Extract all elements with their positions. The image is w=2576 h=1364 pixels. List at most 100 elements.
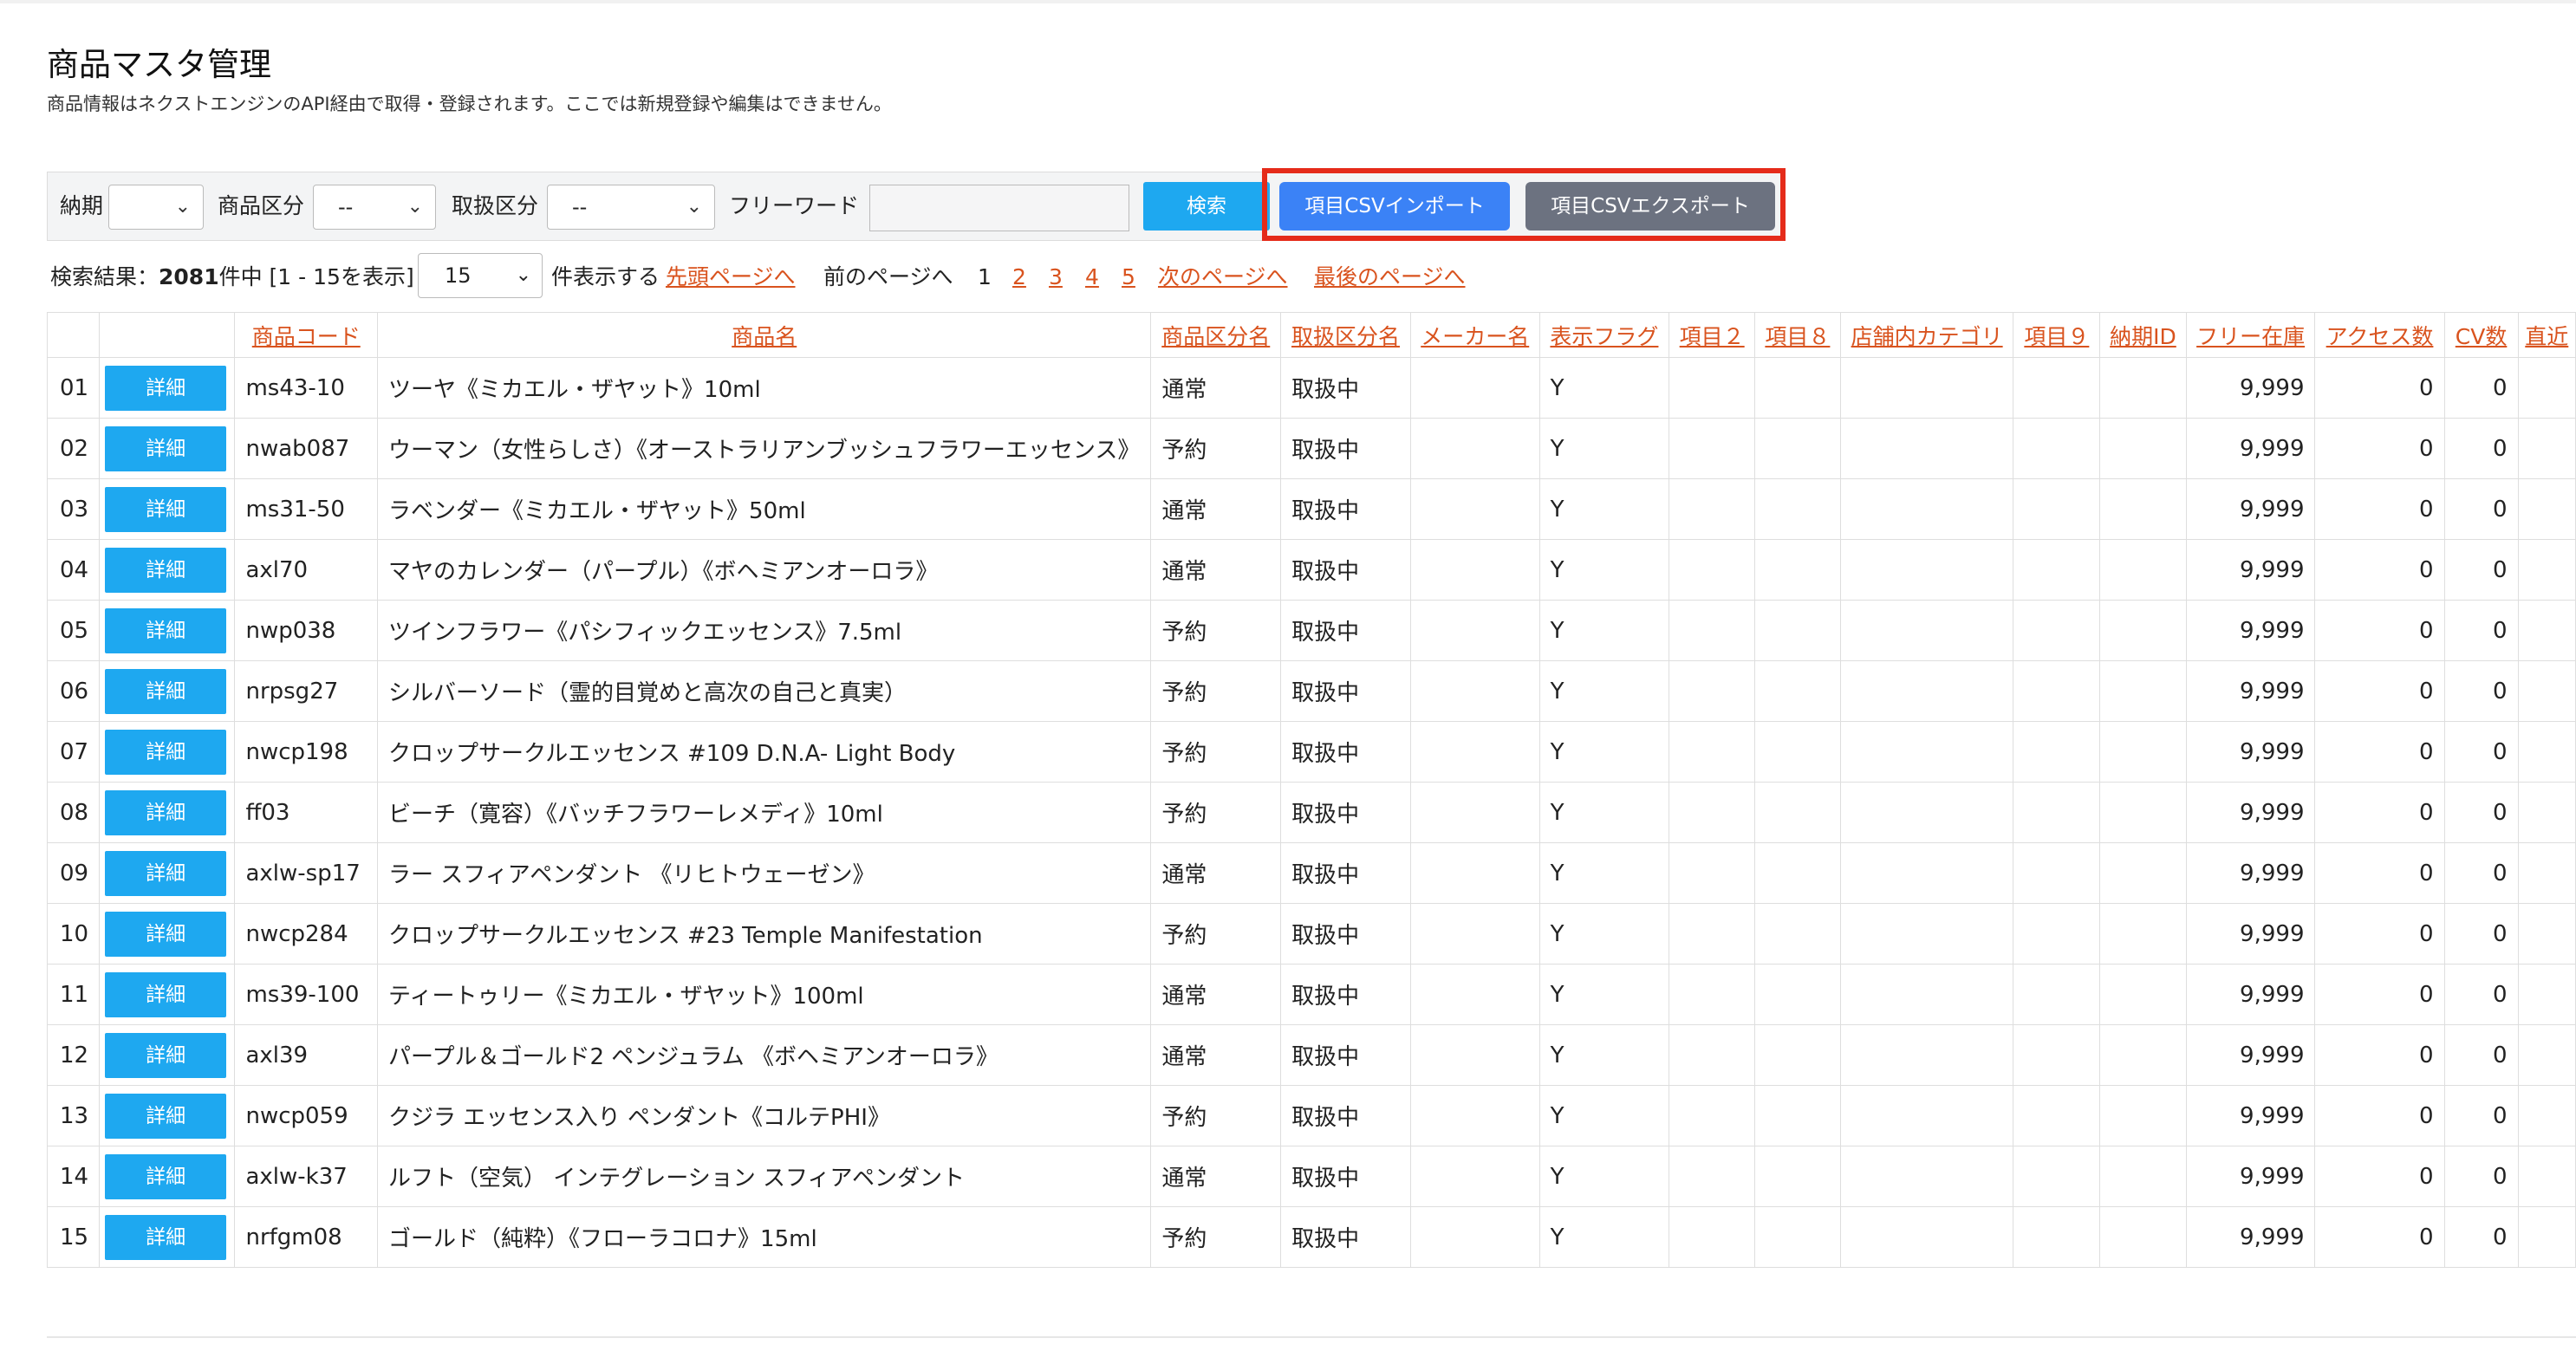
- table-row: 08 詳細 ff03 ビーチ（寛容）《バッチフラワーレメディ》10ml 予約 取扱中 Y 9,…: [46, 782, 2576, 843]
- table-row: 01 詳細 ms43-10 ツーヤ《ミカエル・ザヤット》10ml 通常 取扱中 Y 9,999…: [46, 357, 2576, 419]
- item8-cell: [1754, 782, 1841, 843]
- toriatsukai-name: 取扱中: [1280, 1206, 1411, 1268]
- product-code: nwab087: [234, 418, 379, 479]
- search-button[interactable]: 検索: [1143, 182, 1270, 231]
- kubun-name: 予約: [1150, 1206, 1282, 1268]
- table-row: 03 詳細 ms31-50 ラベンダー《ミカエル・ザヤット》50ml 通常 取扱中 Y 9,9…: [46, 478, 2576, 540]
- row-number: 07: [46, 721, 101, 783]
- product-code: ff03: [234, 782, 379, 843]
- col-header-kubun[interactable]: 商品区分名: [1150, 312, 1282, 358]
- detail-button[interactable]: 詳細: [105, 1153, 227, 1199]
- free-stock: 9,999: [2185, 782, 2316, 843]
- cv-count: 0: [2443, 357, 2519, 419]
- table-row: 15 詳細 nrfgm08 ゴールド（純粋）《フローラコロナ》15ml 予約 取扱中 Y 9,…: [46, 1206, 2576, 1268]
- maker-name: [1409, 478, 1540, 540]
- detail-button[interactable]: 詳細: [105, 425, 227, 471]
- col-header-cv[interactable]: CV数: [2443, 312, 2519, 358]
- item9-cell: [2013, 539, 2101, 601]
- per-page-select[interactable]: 15 ⌄: [418, 253, 543, 298]
- row-number: 03: [46, 478, 101, 540]
- page-3-link[interactable]: 3: [1049, 251, 1063, 303]
- maker-name: [1409, 964, 1540, 1025]
- col-header-access[interactable]: アクセス数: [2314, 312, 2445, 358]
- col-header-item2[interactable]: 項目２: [1669, 312, 1756, 358]
- nouki-id-cell: [2099, 357, 2187, 419]
- cv-count: 0: [2443, 1085, 2519, 1146]
- chevron-down-icon: ⌄: [686, 196, 702, 218]
- table-row: 07 詳細 nwcp198 クロップサークルエッセンス #109 D.N.A- Lig…: [46, 721, 2576, 783]
- cv-count: 0: [2443, 600, 2519, 661]
- next-page-link[interactable]: 次のページへ: [1158, 251, 1288, 303]
- first-page-link[interactable]: 先頭ページへ: [666, 251, 796, 303]
- page-4-link[interactable]: 4: [1085, 251, 1099, 303]
- product-code: axl70: [234, 539, 379, 601]
- toriatsukai-name: 取扱中: [1280, 964, 1411, 1025]
- csv-export-button[interactable]: 項目CSVエクスポート: [1525, 182, 1775, 231]
- col-header-flag[interactable]: 表示フラグ: [1538, 312, 1670, 358]
- detail-cell: 詳細: [99, 964, 236, 1025]
- detail-button[interactable]: 詳細: [105, 1032, 227, 1078]
- col-header-maker[interactable]: メーカー名: [1409, 312, 1540, 358]
- detail-cell: 詳細: [99, 721, 236, 783]
- product-name: ルフト（空気） インテグレーション スフィアペンダント: [377, 1146, 1152, 1207]
- detail-button[interactable]: 詳細: [105, 668, 227, 714]
- detail-button[interactable]: 詳細: [105, 850, 227, 896]
- table-row: 12 詳細 axl39 パープル＆ゴールド2 ペンジュラム 《ボヘミアンオーロラ》 通常…: [46, 1024, 2576, 1086]
- table-row: 04 詳細 axl70 マヤのカレンダー（パープル）《ボヘミアンオーロラ》 通常 取扱中 Y…: [46, 539, 2576, 601]
- free-stock: 9,999: [2185, 1024, 2316, 1086]
- product-name: クロップサークルエッセンス #23 Temple Manifestation: [377, 903, 1152, 965]
- col-header-store-category[interactable]: 店舗内カテゴリ: [1839, 312, 2014, 358]
- table-row: 10 詳細 nwcp284 クロップサークルエッセンス #23 Temple Mani…: [46, 903, 2576, 965]
- item2-cell: [1669, 660, 1756, 722]
- detail-button[interactable]: 詳細: [105, 1214, 227, 1260]
- detail-button[interactable]: 詳細: [105, 971, 227, 1017]
- toriatsukai-kubun-select[interactable]: -- ⌄: [547, 185, 715, 230]
- page-2-link[interactable]: 2: [1012, 251, 1026, 303]
- col-header-code[interactable]: 商品コード: [234, 312, 379, 358]
- col-header-toriatsukai[interactable]: 取扱区分名: [1280, 312, 1411, 358]
- kubun-name: 予約: [1150, 418, 1282, 479]
- nouki-select[interactable]: ⌄: [108, 185, 204, 230]
- detail-button[interactable]: 詳細: [105, 1093, 227, 1139]
- detail-button[interactable]: 詳細: [105, 486, 227, 532]
- detail-button[interactable]: 詳細: [105, 365, 227, 411]
- col-header-item8[interactable]: 項目８: [1754, 312, 1841, 358]
- detail-cell: 詳細: [99, 357, 236, 419]
- row-number: 05: [46, 600, 101, 661]
- nouki-id-cell: [2099, 1146, 2187, 1207]
- detail-button[interactable]: 詳細: [105, 607, 227, 653]
- freeword-input[interactable]: [869, 185, 1129, 231]
- display-flag: Y: [1538, 357, 1670, 419]
- maker-name: [1409, 782, 1540, 843]
- last-page-link[interactable]: 最後のページへ: [1314, 251, 1466, 303]
- csv-import-button[interactable]: 項目CSVインポート: [1279, 182, 1510, 231]
- detail-cell: 詳細: [99, 842, 236, 904]
- detail-button[interactable]: 詳細: [105, 789, 227, 835]
- access-count: 0: [2314, 1146, 2445, 1207]
- shohin-kubun-select[interactable]: -- ⌄: [313, 185, 436, 230]
- toriatsukai-name: 取扱中: [1280, 782, 1411, 843]
- table-header-row: 商品コード 商品名 商品区分名 取扱区分名 メーカー名 表示フラグ 項目２ 項目…: [46, 312, 2576, 358]
- access-count: 0: [2314, 964, 2445, 1025]
- col-header-free-stock[interactable]: フリー在庫: [2185, 312, 2316, 358]
- product-code: nwp038: [234, 600, 379, 661]
- item8-cell: [1754, 418, 1841, 479]
- col-header-item9[interactable]: 項目９: [2013, 312, 2101, 358]
- col-header-recent[interactable]: 直近: [2517, 312, 2576, 358]
- page-1-current: 1: [978, 264, 992, 289]
- page-5-link[interactable]: 5: [1122, 251, 1135, 303]
- col-header-name[interactable]: 商品名: [377, 312, 1152, 358]
- nouki-id-cell: [2099, 842, 2187, 904]
- freeword-label: フリーワード: [729, 193, 860, 218]
- col-header-nouki-id[interactable]: 納期ID: [2099, 312, 2187, 358]
- display-flag: Y: [1538, 721, 1670, 783]
- recent-cell: [2517, 1206, 2576, 1268]
- toriatsukai-name: 取扱中: [1280, 842, 1411, 904]
- detail-button[interactable]: 詳細: [105, 729, 227, 775]
- toriatsukai-name: 取扱中: [1280, 539, 1411, 601]
- cv-count: 0: [2443, 478, 2519, 540]
- recent-cell: [2517, 600, 2576, 661]
- detail-button[interactable]: 詳細: [105, 547, 227, 593]
- product-code: nwcp198: [234, 721, 379, 783]
- detail-button[interactable]: 詳細: [105, 911, 227, 957]
